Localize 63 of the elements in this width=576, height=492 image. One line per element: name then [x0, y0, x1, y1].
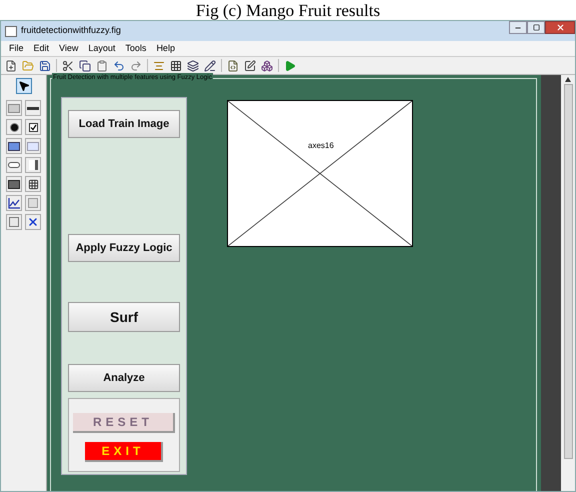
- maximize-button[interactable]: [527, 21, 545, 34]
- palette-tool[interactable]: [25, 214, 41, 230]
- save-icon[interactable]: [39, 60, 51, 72]
- new-file-icon[interactable]: [5, 60, 17, 72]
- select-tool[interactable]: [16, 78, 32, 94]
- window-title: fruitdetectionwithfuzzy.fig: [21, 24, 122, 38]
- reset-button[interactable]: RESET: [73, 413, 175, 433]
- boxes-icon[interactable]: [261, 60, 273, 72]
- push-button-icon: [8, 104, 20, 112]
- edit-text-icon: [8, 142, 20, 150]
- palette-tool[interactable]: [6, 195, 22, 211]
- palette-tool[interactable]: [6, 157, 22, 173]
- arrow-icon: [18, 80, 30, 92]
- grid-icon[interactable]: [170, 60, 182, 72]
- scroll-up-icon[interactable]: [565, 77, 571, 82]
- static-text-icon: [27, 142, 39, 150]
- undo-icon[interactable]: [113, 60, 125, 72]
- pencil-icon[interactable]: [204, 60, 216, 72]
- palette-tool[interactable]: [25, 100, 41, 116]
- run-icon[interactable]: [284, 60, 296, 72]
- menu-item[interactable]: Edit: [34, 42, 50, 56]
- menu-item[interactable]: View: [59, 42, 78, 56]
- menu-item[interactable]: Tools: [125, 42, 146, 56]
- table-icon: [28, 178, 38, 190]
- menu-item[interactable]: Layout: [88, 42, 116, 56]
- popup-menu-icon: [8, 162, 20, 168]
- layers-icon[interactable]: [187, 60, 199, 72]
- button-group-icon: [9, 217, 19, 227]
- code-file-icon[interactable]: [227, 60, 239, 72]
- listbox-icon: [28, 160, 38, 170]
- push-button[interactable]: Analyze: [68, 364, 180, 392]
- slider-icon: [27, 106, 39, 110]
- axes-label: axes16: [308, 141, 334, 150]
- close-button[interactable]: [545, 21, 575, 34]
- panel-icon: [28, 198, 38, 208]
- figure-icon: [5, 26, 17, 36]
- palette-tool[interactable]: [25, 157, 41, 173]
- push-button[interactable]: Apply Fuzzy Logic: [68, 234, 180, 262]
- align-icon[interactable]: [153, 60, 165, 72]
- push-button[interactable]: Surf: [68, 302, 180, 332]
- palette-tool[interactable]: [6, 176, 22, 192]
- minimize-button[interactable]: [509, 21, 527, 34]
- checkbox-icon: [28, 122, 38, 132]
- redo-icon[interactable]: [130, 60, 142, 72]
- palette-tool[interactable]: [25, 119, 41, 135]
- radio-icon: [10, 122, 18, 132]
- close-icon: [556, 23, 564, 32]
- cut-icon[interactable]: [62, 60, 74, 72]
- push-button[interactable]: Load Train Image: [68, 110, 180, 138]
- menu-item[interactable]: File: [9, 42, 24, 56]
- copy-icon[interactable]: [79, 60, 91, 72]
- paste-icon[interactable]: [96, 60, 108, 72]
- edit-icon[interactable]: [244, 60, 256, 72]
- menu-item[interactable]: Help: [156, 42, 175, 56]
- palette-tool[interactable]: [6, 138, 22, 154]
- axes-icon: [8, 198, 20, 208]
- palette-tool[interactable]: [6, 119, 22, 135]
- scroll-thumb[interactable]: [564, 84, 572, 459]
- figure-caption: Fig (c) Mango Fruit results: [196, 2, 380, 20]
- maximize-icon: [532, 24, 540, 31]
- palette-tool[interactable]: [25, 176, 41, 192]
- toggle-button-icon: [8, 180, 20, 188]
- activex-icon: [27, 216, 39, 228]
